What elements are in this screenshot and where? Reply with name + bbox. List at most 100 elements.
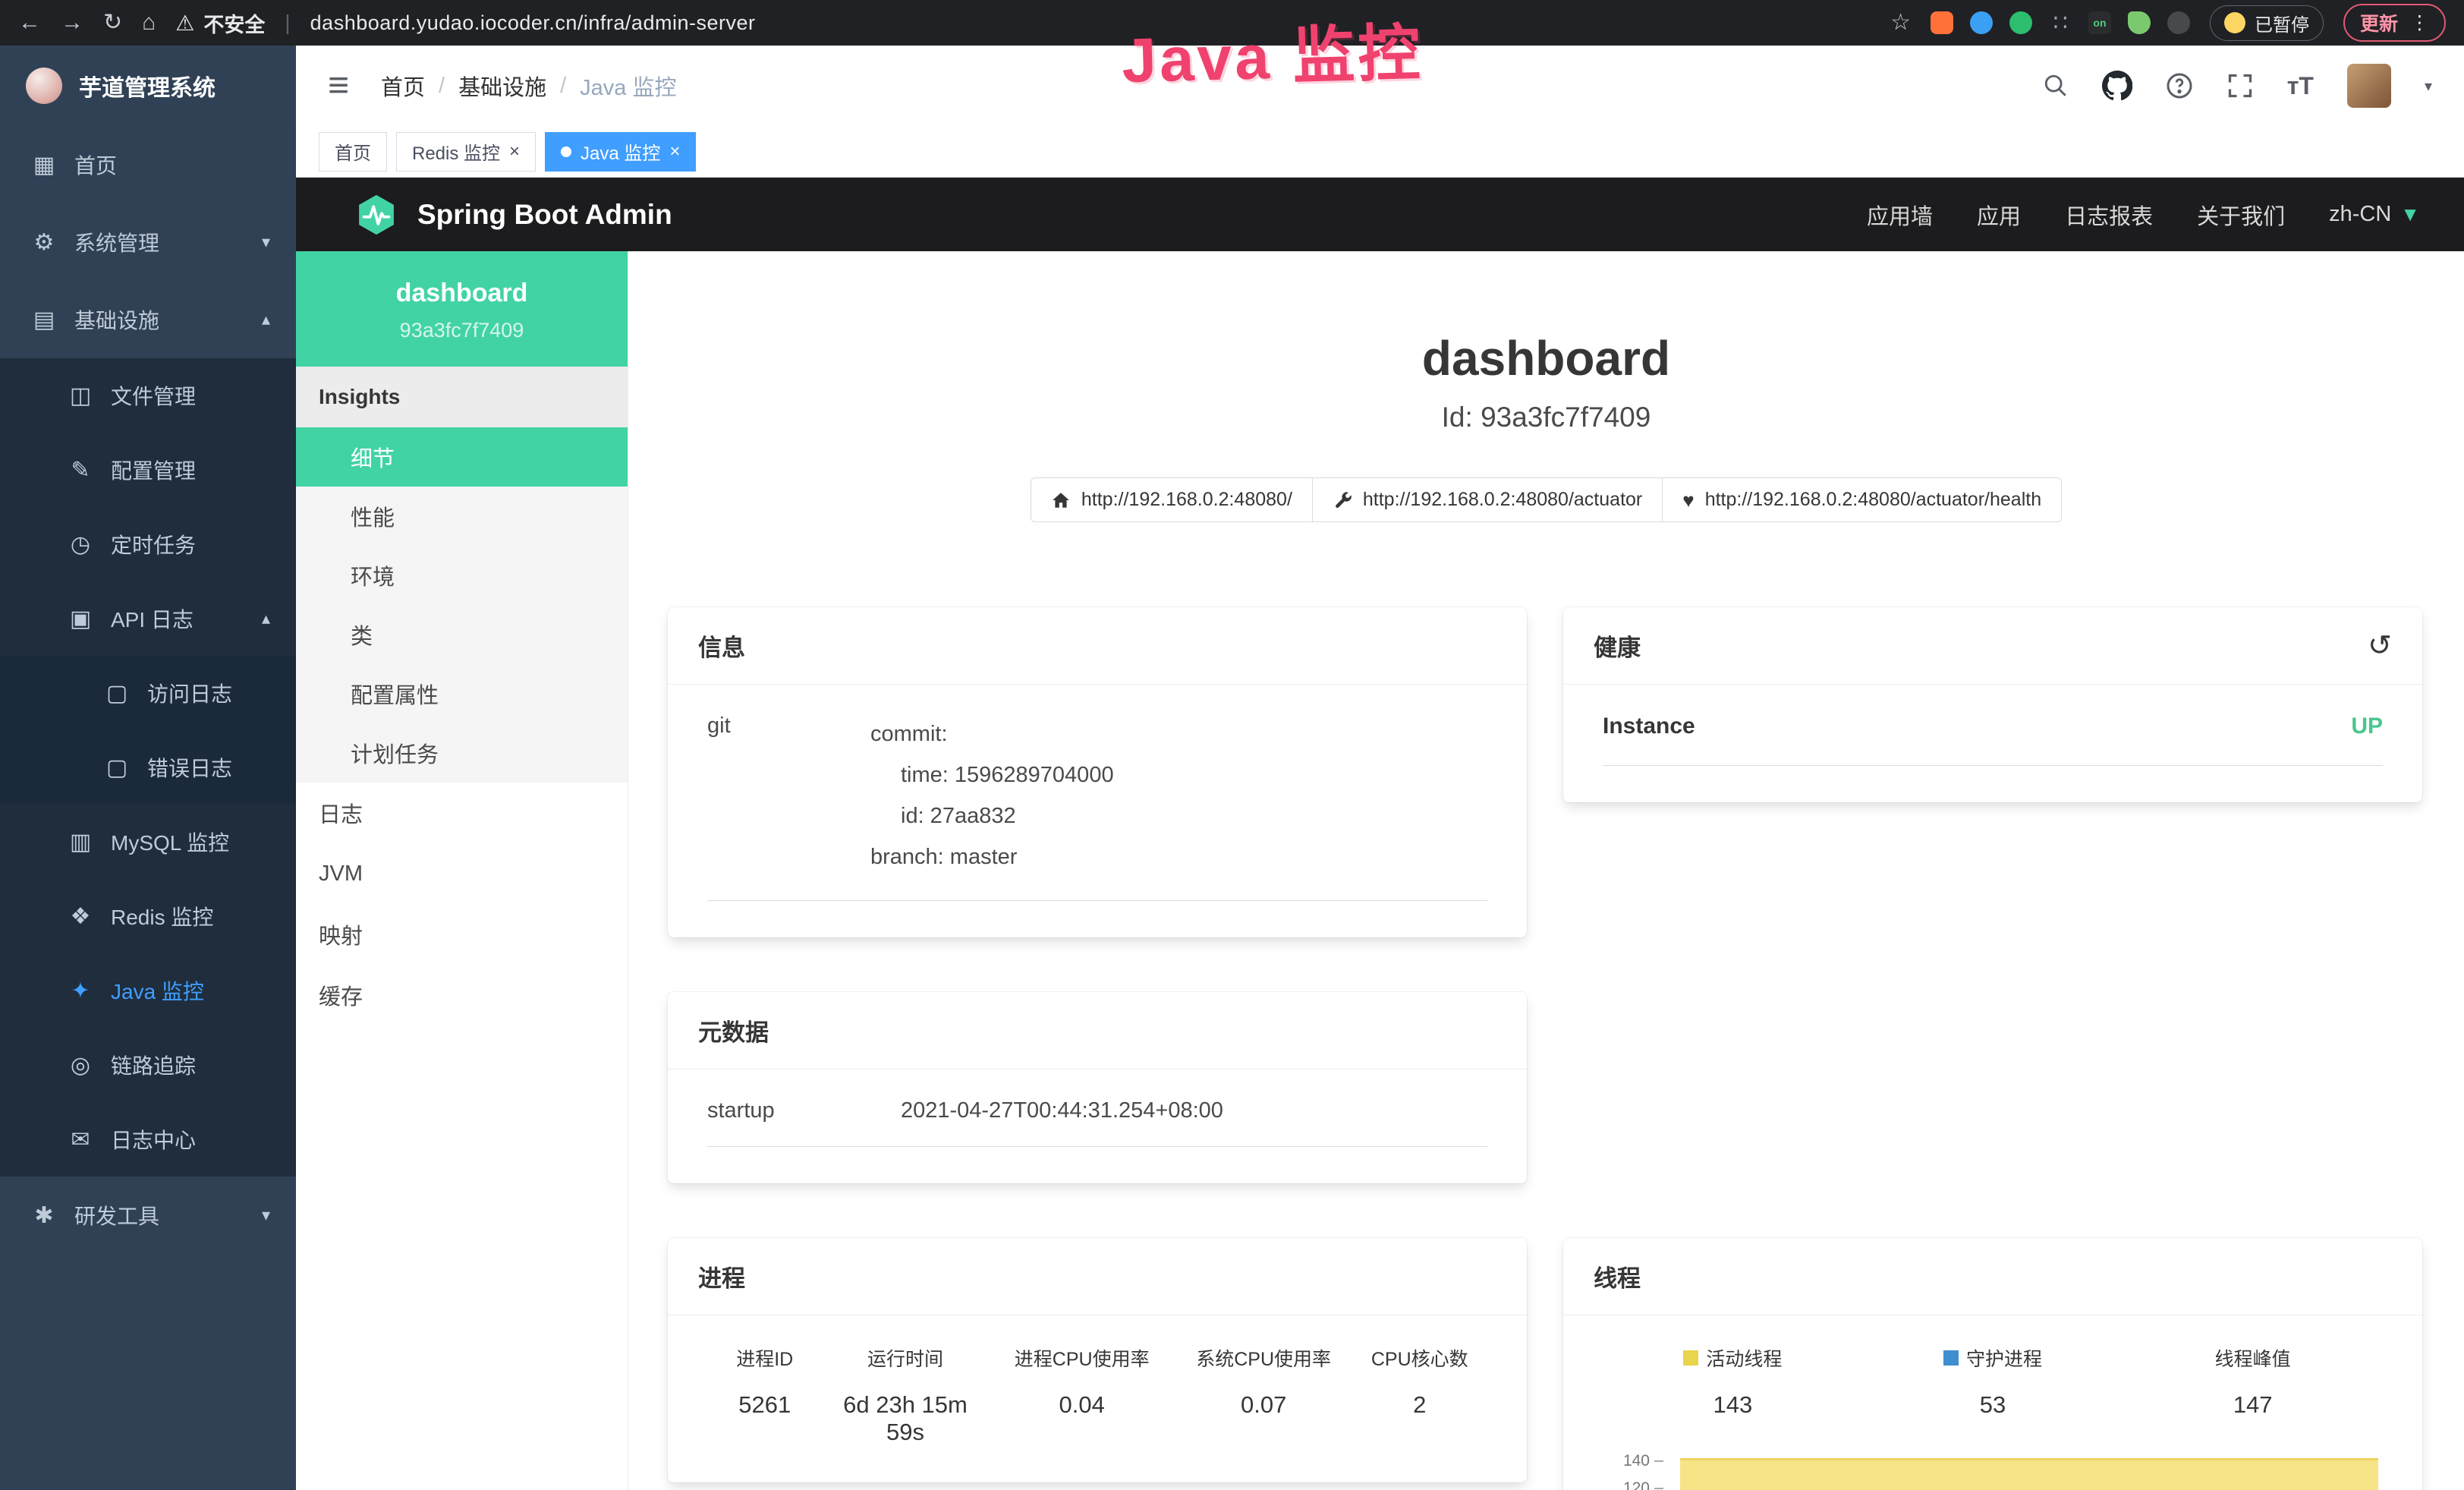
timer-icon: ◷ bbox=[67, 531, 94, 558]
chevron-down-icon: ▾ bbox=[262, 1205, 270, 1225]
sba-nav-wallboard[interactable]: 应用墙 bbox=[1867, 199, 1933, 231]
history-icon[interactable]: ↺ bbox=[2368, 632, 2392, 660]
language-selector[interactable]: zh-CN ▼ bbox=[2329, 202, 2420, 227]
bookmark-star-icon[interactable]: ☆ bbox=[1890, 11, 1911, 34]
insight-item-classes[interactable]: 类 bbox=[296, 605, 628, 664]
app-logo[interactable]: 芋道管理系统 bbox=[0, 46, 296, 126]
browser-home-icon[interactable]: ⌂ bbox=[142, 11, 156, 34]
sidebar2-item-jvm[interactable]: JVM bbox=[296, 843, 628, 904]
process-table: 进程ID 5261 运行时间 6d 23h 15m 59s 进程CPU使用率 bbox=[707, 1344, 1487, 1446]
sidebar-item-system[interactable]: ⚙ 系统管理 ▾ bbox=[0, 203, 296, 281]
insight-item-scheduled-tasks[interactable]: 计划任务 bbox=[296, 723, 628, 783]
reload-icon[interactable]: ↻ bbox=[103, 11, 122, 34]
infrastructure-submenu: ◫ 文件管理 ✎ 配置管理 ◷ 定时任务 ▣ API 日志 ▴ bbox=[0, 358, 296, 1177]
sidebar-item-infrastructure[interactable]: ▤ 基础设施 ▴ bbox=[0, 281, 296, 358]
chevron-up-icon: ▴ bbox=[262, 609, 270, 628]
process-card-title: 进程 bbox=[698, 1259, 745, 1293]
sba-brand[interactable]: Spring Boot Admin bbox=[355, 194, 672, 236]
live-threads-area bbox=[1680, 1458, 2378, 1490]
health-url-link[interactable]: ♥ http://192.168.0.2:48080/actuator/heal… bbox=[1662, 477, 2062, 522]
forward-icon[interactable]: → bbox=[61, 11, 83, 34]
sidebar-item-api-logs[interactable]: ▣ API 日志 ▴ bbox=[0, 581, 296, 656]
extension-icon[interactable] bbox=[1970, 11, 1993, 34]
info-card-title: 信息 bbox=[698, 628, 745, 663]
address-url[interactable]: dashboard.yudao.iocoder.cn/infra/admin-s… bbox=[310, 11, 756, 35]
sidebar-item-devtools[interactable]: ✱ 研发工具 ▾ bbox=[0, 1177, 296, 1254]
breadcrumb-home[interactable]: 首页 bbox=[381, 70, 425, 102]
instance-id: 93a3fc7f7409 bbox=[304, 319, 620, 342]
metadata-card: 元数据 startup 2021-04-27T00:44:31.254+08:0… bbox=[668, 992, 1527, 1183]
extension-icon[interactable] bbox=[1931, 11, 1953, 34]
java-icon: ✦ bbox=[67, 978, 94, 1004]
extension-icon[interactable] bbox=[2009, 11, 2032, 34]
app-menu: ▦ 首页 ⚙ 系统管理 ▾ ▤ 基础设施 ▴ ◫ 文件管理 bbox=[0, 126, 296, 1254]
avatar-caret-icon[interactable]: ▾ bbox=[2425, 77, 2432, 96]
api-log-icon: ▣ bbox=[67, 606, 94, 632]
avatar[interactable] bbox=[2347, 64, 2391, 108]
trace-icon: ◎ bbox=[67, 1052, 94, 1079]
health-instance-row[interactable]: Instance UP bbox=[1603, 713, 2383, 766]
security-indicator[interactable]: ⚠ 不安全 bbox=[175, 8, 265, 38]
sidebar-item-error-logs[interactable]: ▢ 错误日志 bbox=[0, 730, 296, 805]
update-button[interactable]: 更新 ⋮ bbox=[2343, 4, 2446, 42]
sidebar-item-home[interactable]: ▦ 首页 bbox=[0, 126, 296, 203]
insight-item-config-props[interactable]: 配置属性 bbox=[296, 664, 628, 723]
instance-details-content: dashboard Id: 93a3fc7f7409 http://192.16… bbox=[628, 251, 2464, 1490]
redis-icon: ❖ bbox=[67, 903, 94, 930]
extension-icon[interactable] bbox=[2128, 11, 2151, 34]
sidebar2-item-caches[interactable]: 缓存 bbox=[296, 965, 628, 1025]
security-label: 不安全 bbox=[203, 8, 265, 38]
process-col-uptime: 运行时间 6d 23h 15m 59s bbox=[822, 1344, 988, 1446]
actuator-url-link[interactable]: http://192.168.0.2:48080/actuator bbox=[1312, 477, 1663, 522]
breadcrumb-infrastructure[interactable]: 基础设施 bbox=[458, 70, 546, 102]
instance-header[interactable]: dashboard 93a3fc7f7409 bbox=[296, 251, 628, 367]
threads-card: 线程 活动线程 143 bbox=[1563, 1238, 2422, 1490]
extension-icon[interactable] bbox=[2167, 11, 2190, 34]
sba-brand-title: Spring Boot Admin bbox=[417, 199, 672, 231]
browser-menu-icon[interactable]: ⋮ bbox=[2410, 11, 2429, 34]
sidebar-item-java-monitor[interactable]: ✦ Java 监控 bbox=[0, 953, 296, 1028]
insight-item-metrics[interactable]: 性能 bbox=[296, 487, 628, 546]
close-icon[interactable]: × bbox=[509, 143, 520, 161]
gear-icon: ⚙ bbox=[30, 229, 58, 256]
config-icon: ✎ bbox=[67, 457, 94, 484]
sidebar-item-log-center[interactable]: ✉ 日志中心 bbox=[0, 1102, 296, 1177]
tab-home[interactable]: 首页 bbox=[319, 132, 387, 172]
sba-nav-journal[interactable]: 日志报表 bbox=[2065, 199, 2153, 231]
sidebar-item-redis-monitor[interactable]: ❖ Redis 监控 bbox=[0, 879, 296, 953]
extension-icon[interactable]: on bbox=[2088, 11, 2111, 34]
insight-item-details[interactable]: 细节 bbox=[296, 427, 628, 487]
sidebar-item-scheduled-jobs[interactable]: ◷ 定时任务 bbox=[0, 507, 296, 581]
close-icon[interactable]: × bbox=[669, 143, 680, 161]
sidebar2-item-logs[interactable]: 日志 bbox=[296, 783, 628, 843]
sidebar-item-file-management[interactable]: ◫ 文件管理 bbox=[0, 358, 296, 433]
paused-badge[interactable]: 已暂停 bbox=[2210, 5, 2324, 41]
process-col-process-cpu: 进程CPU使用率 0.04 bbox=[989, 1344, 1175, 1446]
github-icon[interactable] bbox=[2102, 71, 2132, 101]
extensions-puzzle-icon[interactable]: ∷ bbox=[2049, 11, 2072, 34]
fullscreen-icon[interactable] bbox=[2226, 72, 2254, 99]
sba-nav-about[interactable]: 关于我们 bbox=[2197, 199, 2285, 231]
service-url-link[interactable]: http://192.168.0.2:48080/ bbox=[1031, 477, 1313, 522]
screen: ← → ↻ ⌂ ⚠ 不安全 | dashboard.yudao.iocoder.… bbox=[0, 0, 2464, 1490]
sba-nav-applications[interactable]: 应用 bbox=[1977, 199, 2021, 231]
sidebar-item-tracing[interactable]: ◎ 链路追踪 bbox=[0, 1028, 296, 1102]
legend-live-threads: 活动线程 143 bbox=[1603, 1344, 1863, 1419]
sidebar-item-mysql-monitor[interactable]: ▥ MySQL 监控 bbox=[0, 805, 296, 879]
insight-item-environment[interactable]: 环境 bbox=[296, 546, 628, 605]
wrench-icon bbox=[1333, 490, 1352, 510]
tab-redis-monitor[interactable]: Redis 监控 × bbox=[396, 132, 536, 172]
sidebar-item-config-management[interactable]: ✎ 配置管理 bbox=[0, 433, 296, 507]
sidebar-fold-icon[interactable]: ≡ bbox=[328, 68, 349, 104]
sidebar-item-access-logs[interactable]: ▢ 访问日志 bbox=[0, 656, 296, 730]
app-sidebar: 芋道管理系统 ▦ 首页 ⚙ 系统管理 ▾ ▤ 基础设施 ▴ bbox=[0, 46, 296, 1490]
back-icon[interactable]: ← bbox=[18, 11, 41, 34]
search-icon[interactable] bbox=[2043, 73, 2069, 99]
process-card: 进程 进程ID 5261 运行时间 bbox=[668, 1238, 1527, 1482]
git-info-row: git commit: time: 1596289704000 id: 27aa… bbox=[707, 713, 1487, 901]
sidebar2-item-mappings[interactable]: 映射 bbox=[296, 904, 628, 965]
help-icon[interactable] bbox=[2166, 72, 2193, 99]
font-size-icon[interactable]: ᴛT bbox=[2287, 72, 2314, 100]
tab-java-monitor[interactable]: Java 监控 × bbox=[545, 132, 696, 172]
breadcrumb: 首页 / 基础设施 / Java 监控 bbox=[381, 70, 676, 102]
